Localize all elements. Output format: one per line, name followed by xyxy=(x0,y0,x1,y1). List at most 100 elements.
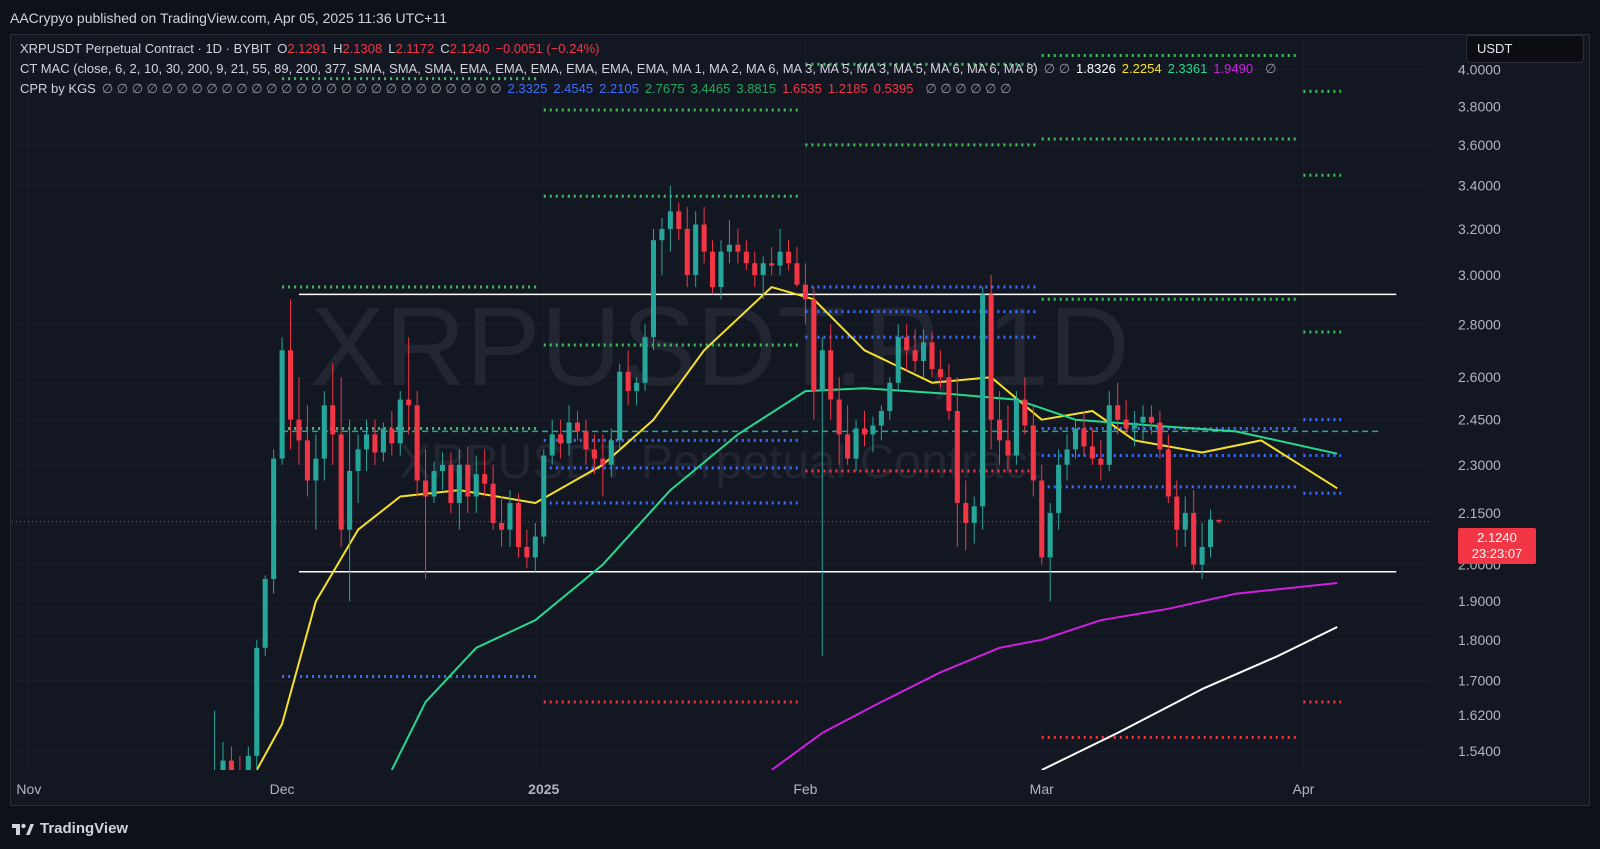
candle-body xyxy=(1056,464,1062,513)
candle-body xyxy=(1140,416,1146,423)
candle-body xyxy=(372,434,378,453)
tradingview-brand[interactable]: TradingView xyxy=(12,820,128,837)
candle-body xyxy=(777,251,783,266)
price-chart[interactable]: XRPUSDT.P, 1D XRPUSDT Perpetual Contract… xyxy=(0,0,1600,849)
y-tick-label: 3.8000 xyxy=(1458,98,1501,114)
candle-body xyxy=(980,294,986,507)
x-tick-label: Mar xyxy=(1030,781,1054,797)
y-tick-label: 3.2000 xyxy=(1458,221,1501,237)
candle-body xyxy=(870,425,876,435)
candle-body xyxy=(802,284,808,300)
candle-body xyxy=(1106,405,1112,465)
candle-body xyxy=(912,350,918,361)
candle-body xyxy=(785,251,792,264)
candle-body xyxy=(1132,422,1138,429)
cpr-values-value: 2.2105 xyxy=(599,81,639,96)
cpr-null-values: ∅ ∅ ∅ ∅ ∅ ∅ ∅ ∅ ∅ ∅ ∅ ∅ ∅ ∅ ∅ ∅ ∅ ∅ ∅ ∅ … xyxy=(101,81,502,96)
y-tick-label: 2.8000 xyxy=(1458,316,1501,332)
candle-body xyxy=(1072,428,1079,450)
ma-line-magenta xyxy=(771,582,1338,770)
candle-body xyxy=(515,503,521,547)
candle-body xyxy=(701,224,707,252)
y-tick-label: 2.6000 xyxy=(1458,369,1501,385)
ctmac-tail: ∅ xyxy=(1265,61,1277,76)
cpr-values-value: 1.6535 xyxy=(782,81,822,96)
candle-body xyxy=(1064,449,1070,465)
y-tick-label: 1.7000 xyxy=(1458,673,1501,689)
candle-body xyxy=(1191,512,1197,565)
cpr-values-value: 2.7675 xyxy=(644,81,685,96)
legend-close-label: C xyxy=(440,41,450,56)
candle-body xyxy=(532,536,538,558)
legend-symbol-name[interactable]: XRPUSDT Perpetual Contract · 1D · BYBIT xyxy=(20,41,271,56)
candle-body xyxy=(431,471,437,497)
legend-open-label: O xyxy=(277,41,288,56)
candle-body xyxy=(380,428,386,453)
candle-body xyxy=(566,422,572,444)
brand-name: TradingView xyxy=(40,820,129,837)
ma-line-white xyxy=(1041,626,1338,770)
y-tick-label: 4.0000 xyxy=(1458,62,1501,78)
legend-cpr-line[interactable]: CPR by KGS ∅ ∅ ∅ ∅ ∅ ∅ ∅ ∅ ∅ ∅ ∅ ∅ ∅ ∅ ∅ … xyxy=(20,81,1017,97)
indicator-cpr-label[interactable]: CPR by KGS xyxy=(20,81,96,96)
currency-badge[interactable]: USDT xyxy=(1466,35,1584,63)
y-tick-label: 3.0000 xyxy=(1458,267,1501,283)
candle-body xyxy=(887,382,893,411)
last-price: 2.1240 xyxy=(1477,530,1517,545)
candle-body xyxy=(237,770,242,809)
candle-body xyxy=(600,458,606,465)
candle-body xyxy=(228,760,234,770)
candle-body xyxy=(684,228,690,276)
candle-body xyxy=(541,455,547,537)
y-tick-label: 2.1500 xyxy=(1458,505,1501,521)
candle-body xyxy=(634,382,640,392)
bar-countdown: 23:23:07 xyxy=(1471,546,1523,561)
candle-body xyxy=(997,419,1003,441)
price-axis[interactable]: 4.0000 3.8000 3.6000 3.4000 3.2000 3.0000 2.80… xyxy=(1458,62,1501,760)
y-tick-label: 1.9000 xyxy=(1458,593,1501,609)
candle-body xyxy=(625,371,631,392)
candle-body xyxy=(355,449,361,472)
y-tick-label: 1.5400 xyxy=(1458,743,1501,759)
candle-body xyxy=(254,647,260,756)
candle-body xyxy=(499,522,505,530)
candle-body xyxy=(558,434,564,444)
candle-body xyxy=(1115,405,1121,420)
candle-body xyxy=(304,440,310,481)
candle-body xyxy=(456,464,462,504)
candle-body xyxy=(423,480,429,497)
candle-body xyxy=(811,299,817,392)
candle-body xyxy=(465,464,471,497)
y-tick-label: 2.4500 xyxy=(1458,412,1501,428)
candle-body xyxy=(718,251,724,288)
candle-body xyxy=(1039,480,1045,558)
indicator-ctmac-label[interactable]: CT MAC (close, 6, 2, 10, 30, 200, 9, 21,… xyxy=(20,61,1038,76)
candle-body xyxy=(1098,458,1104,465)
candle-body xyxy=(406,399,412,406)
ctmac-values-value: 1.8326 xyxy=(1076,61,1116,76)
cpr-values-value: 2.3325 xyxy=(507,81,548,96)
candle-body xyxy=(473,474,479,497)
candle-body xyxy=(1165,449,1171,497)
x-tick-label: Apr xyxy=(1292,781,1314,797)
candle-body xyxy=(1089,446,1095,459)
cpr-values-value: 3.4465 xyxy=(690,81,731,96)
candle-body xyxy=(659,228,665,241)
legend-ctmac-line[interactable]: CT MAC (close, 6, 2, 10, 30, 200, 9, 21,… xyxy=(20,61,1282,77)
candle-body xyxy=(574,422,581,432)
candle-body xyxy=(1030,425,1036,481)
candle-body xyxy=(861,428,868,435)
candle-body xyxy=(1199,546,1205,565)
ctmac-values-value: 2.3361 xyxy=(1167,61,1208,76)
candle-body xyxy=(1148,416,1154,423)
legend-symbol-line[interactable]: XRPUSDT Perpetual Contract · 1D · BYBIT O… xyxy=(20,41,606,56)
legend-high: 2.1308 xyxy=(342,41,383,56)
time-axis[interactable]: Nov Dec 2025 Feb Mar Apr xyxy=(16,781,1314,797)
candle-body xyxy=(735,244,741,252)
candle-body xyxy=(414,405,420,481)
candle-body xyxy=(296,419,302,441)
legend-change: −0.0051 (−0.24%) xyxy=(495,41,600,56)
candle-body xyxy=(1047,512,1053,558)
candle-body xyxy=(667,211,673,229)
y-tick-label: 3.6000 xyxy=(1458,137,1501,153)
